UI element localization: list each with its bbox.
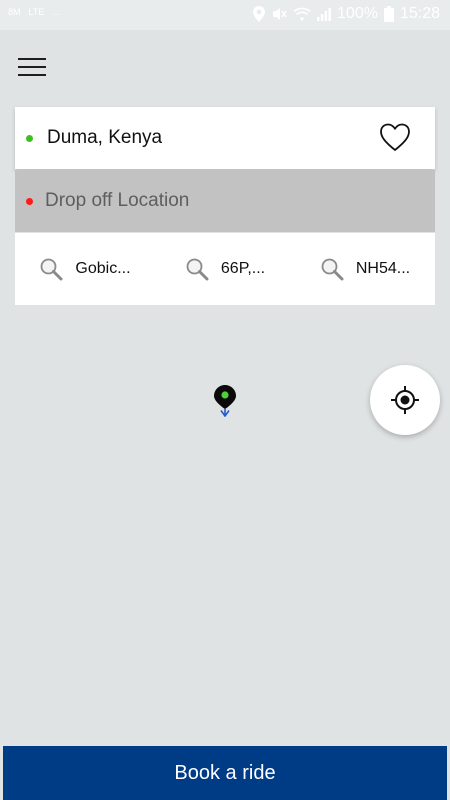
location-icon (253, 6, 266, 22)
search-icon (41, 258, 63, 281)
battery-percent: 100% (337, 5, 378, 22)
dropoff-location-field[interactable]: Drop off Location (15, 170, 435, 232)
mute-icon (273, 8, 287, 20)
recent-search-item[interactable]: 66P,... (155, 233, 295, 305)
recent-search-label: NH54... (355, 260, 411, 277)
pickup-location-field[interactable]: Duma, Kenya (15, 107, 435, 169)
recent-searches: Gobic... 66P,... NH54... (15, 233, 435, 305)
status-item: LTE (28, 7, 45, 17)
my-location-button[interactable] (370, 365, 440, 435)
recent-search-label: Gobic... (75, 260, 131, 277)
status-item: ... (52, 7, 60, 17)
menu-icon[interactable] (18, 58, 46, 80)
recent-search-item[interactable]: NH54... (295, 233, 435, 305)
menu-line (18, 66, 46, 68)
battery-icon (383, 6, 394, 22)
dropoff-placeholder: Drop off Location (45, 190, 190, 211)
search-icon (321, 258, 344, 281)
status-right-icons: 100% 15:28 (253, 5, 440, 23)
recent-search-item[interactable]: Gobic... (15, 233, 155, 305)
status-item: 8M (8, 7, 21, 17)
pickup-dot (26, 135, 33, 142)
recent-search-label: 66P,... (220, 260, 266, 277)
map-pin-icon (214, 385, 236, 417)
wifi-icon (293, 7, 311, 21)
heart-icon[interactable] (379, 122, 411, 152)
menu-line (18, 58, 46, 60)
pickup-location-text: Duma, Kenya (47, 127, 163, 148)
dropoff-dot (26, 198, 33, 205)
menu-line (18, 74, 46, 76)
search-icon (186, 258, 209, 281)
clock: 15:28 (399, 5, 440, 22)
gps-locate-icon (391, 386, 419, 414)
status-left-icons: 8M LTE ... (8, 7, 60, 17)
status-bar: 8M LTE ... 100% 15:28 (0, 0, 450, 30)
book-ride-button[interactable]: Book a ride (3, 746, 447, 800)
signal-icon (317, 8, 331, 21)
